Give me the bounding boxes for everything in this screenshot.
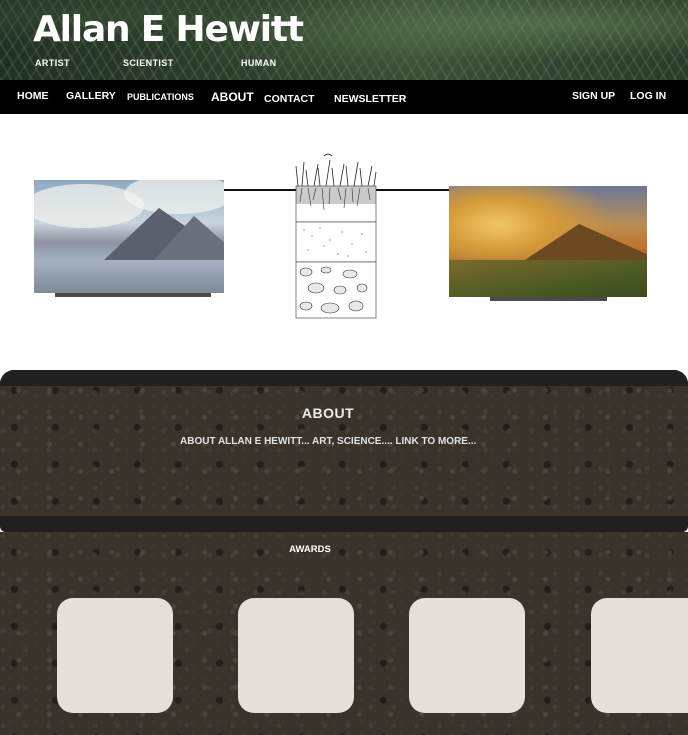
feature-section — [0, 114, 688, 376]
about-link-text[interactable]: ABOUT ALLAN E HEWITT... ART, SCIENCE....… — [180, 436, 476, 447]
tagline-artist: ARTIST — [35, 58, 70, 68]
about-section: ABOUT ABOUT ALLAN E HEWITT... ART, SCIEN… — [0, 370, 688, 532]
awards-section: AWARDS — [0, 532, 688, 735]
award-card[interactable] — [238, 598, 354, 713]
image-caption-bar — [55, 293, 211, 297]
section-band — [0, 516, 688, 532]
tagline-scientist: SCIENTIST — [123, 58, 174, 68]
soil-profile-illustration[interactable] — [290, 150, 382, 320]
about-heading: ABOUT — [301, 405, 355, 421]
award-card[interactable] — [409, 598, 525, 713]
image-caption-bar — [490, 297, 607, 301]
nav-gallery[interactable]: GALLERY — [66, 90, 116, 102]
nav-home[interactable]: HOME — [17, 90, 49, 102]
awards-heading: AWARDS — [289, 544, 331, 555]
tagline-human: HUMAN — [241, 58, 277, 68]
nav-newsletter[interactable]: NEWSLETTER — [334, 93, 406, 105]
nav-about[interactable]: ABOUT — [211, 90, 254, 104]
section-band — [0, 370, 688, 386]
nav-contact[interactable]: CONTACT — [264, 93, 315, 105]
award-card[interactable] — [591, 598, 688, 713]
main-nav: HOME GALLERY PUBLICATIONS ABOUT CONTACT … — [0, 80, 688, 114]
nav-log-in[interactable]: LOG IN — [630, 90, 666, 102]
hero-banner: Allan E Hewitt ARTIST SCIENTIST HUMAN — [0, 0, 688, 80]
award-card[interactable] — [57, 598, 173, 713]
nav-publications[interactable]: PUBLICATIONS — [127, 92, 194, 102]
nav-sign-up[interactable]: SIGN UP — [572, 90, 615, 102]
site-title[interactable]: Allan E Hewitt — [33, 12, 304, 48]
highland-landscape-painting[interactable] — [449, 186, 647, 297]
lake-mountain-painting[interactable] — [34, 180, 224, 293]
